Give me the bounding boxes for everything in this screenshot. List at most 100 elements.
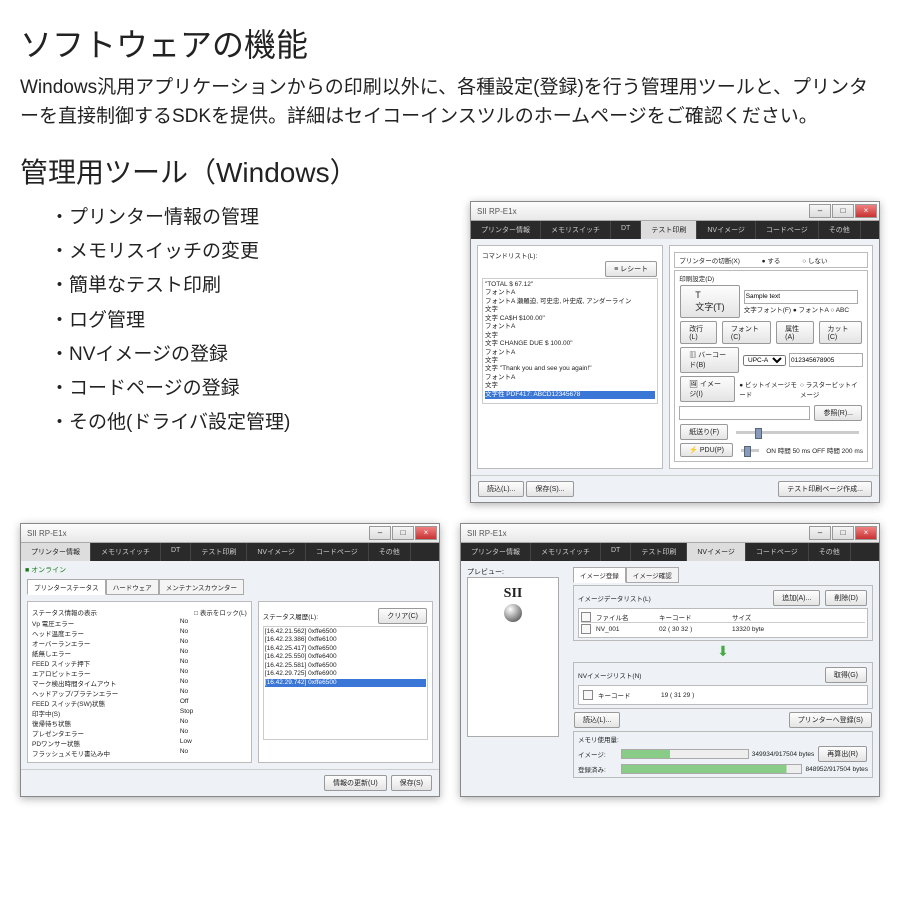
tab-プリンター情報[interactable]: プリンター情報	[21, 543, 91, 561]
cut-yes-radio[interactable]: ● する	[762, 258, 781, 265]
barcode-type-select[interactable]: UPC-A	[743, 355, 786, 366]
tab-その他[interactable]: その他	[809, 543, 851, 561]
page-heading-1: ソフトウェアの機能	[20, 20, 880, 66]
register-button[interactable]: プリンターへ登録(S)	[789, 712, 872, 728]
on-slider[interactable]	[741, 449, 759, 452]
image-button[interactable]: 🖼 イメージ(I)	[680, 376, 735, 402]
save-button[interactable]: 保存(S)	[391, 775, 432, 791]
barcode-button[interactable]: ▥ バーコード(B)	[680, 347, 739, 373]
browse-button[interactable]: 参照(R)...	[814, 405, 862, 421]
font-label: 文字フォント(F)	[744, 307, 791, 314]
close-icon[interactable]: ×	[415, 526, 437, 540]
tab-コードページ[interactable]: コードページ	[746, 543, 809, 561]
text-button[interactable]: T文字(T)	[680, 285, 740, 318]
tab-NVイメージ[interactable]: NVイメージ	[697, 221, 756, 239]
recalc-button[interactable]: 再算出(R)	[818, 746, 867, 762]
reg-mem-label: 登録済み:	[578, 764, 618, 774]
print-settings-label: 印刷設定(D)	[679, 276, 714, 283]
history-list[interactable]: [16.42.21.562] 0xffe6500[16.42.23.386] 0…	[263, 626, 428, 740]
sphere-icon	[504, 604, 522, 622]
minimize-icon[interactable]: –	[809, 526, 831, 540]
image-mem-bar	[621, 749, 749, 759]
tab-bar: プリンター情報メモリスイッチDTテスト印刷NVイメージコードページその他	[471, 221, 879, 239]
tab-プリンター情報[interactable]: プリンター情報	[461, 543, 531, 561]
tab-DT[interactable]: DT	[601, 543, 631, 561]
tab-テスト印刷[interactable]: テスト印刷	[631, 543, 687, 561]
add-button[interactable]: 追加(A)...	[773, 590, 820, 606]
font-b-radio[interactable]: ○ ABC	[830, 307, 849, 314]
lf-button[interactable]: 改行(L)	[680, 321, 717, 344]
subtab[interactable]: メンテナンスカウンター	[159, 579, 244, 595]
minimize-icon[interactable]: –	[369, 526, 391, 540]
tab-コードページ[interactable]: コードページ	[756, 221, 819, 239]
tab-NVイメージ[interactable]: NVイメージ	[247, 543, 306, 561]
subtab[interactable]: ハードウェア	[106, 579, 159, 595]
tab-NVイメージ[interactable]: NVイメージ	[687, 543, 746, 561]
tab-メモリスイッチ[interactable]: メモリスイッチ	[91, 543, 161, 561]
sample-text-input[interactable]	[744, 290, 858, 304]
nv-keycode-label: キーコード	[598, 690, 658, 700]
close-icon[interactable]: ×	[855, 526, 877, 540]
window-controls: – □ ×	[809, 204, 877, 218]
screenshot-printer-info: SII RP-E1x –□× プリンター情報メモリスイッチDTテスト印刷NVイメ…	[20, 523, 440, 797]
tab-テスト印刷[interactable]: テスト印刷	[641, 221, 697, 239]
tab-DT[interactable]: DT	[161, 543, 191, 561]
image-sub-tabs: イメージ登録イメージ確認	[573, 567, 873, 583]
screenshot-test-print: SII RP-E1x – □ × プリンター情報メモリスイッチDTテスト印刷NV…	[470, 201, 880, 503]
attr-button[interactable]: 属性(A)	[776, 321, 813, 344]
nv-list-label: NVイメージリスト(N)	[578, 670, 641, 680]
minimize-icon[interactable]: –	[809, 204, 831, 218]
subtab[interactable]: イメージ登録	[573, 567, 626, 583]
preview-pane: SII	[467, 577, 559, 737]
nv-keycode-value: 19 ( 31 29 )	[661, 692, 694, 699]
bitimage-radio[interactable]: ● ビットイメージモード	[739, 379, 797, 399]
subtab[interactable]: プリンターステータス	[27, 579, 106, 595]
maximize-icon[interactable]: □	[832, 526, 854, 540]
image-path-input[interactable]	[679, 406, 810, 420]
subtab[interactable]: イメージ確認	[626, 567, 679, 583]
lock-display-checkbox[interactable]: □ 表示をロック(L)	[194, 607, 247, 617]
online-status: ■ オンライン	[21, 561, 439, 579]
tab-メモリスイッチ[interactable]: メモリスイッチ	[531, 543, 601, 561]
acquire-button[interactable]: 取得(G)	[825, 667, 867, 683]
font-a-radio[interactable]: ● フォントA	[793, 307, 829, 314]
tab-メモリスイッチ[interactable]: メモリスイッチ	[541, 221, 611, 239]
sub-tab-bar: プリンターステータスハードウェアメンテナンスカウンター	[21, 579, 439, 595]
cut-button[interactable]: カット(C)	[819, 321, 862, 344]
save-button[interactable]: 保存(S)...	[526, 481, 573, 497]
tab-その他[interactable]: その他	[819, 221, 861, 239]
maximize-icon[interactable]: □	[832, 204, 854, 218]
cut-no-radio[interactable]: ○ しない	[802, 258, 827, 265]
feed-slider[interactable]	[736, 431, 859, 434]
update-button[interactable]: 情報の更新(U)	[324, 775, 387, 791]
barcode-value-input[interactable]	[789, 353, 863, 367]
font-c-button[interactable]: フォント(C)	[722, 321, 771, 344]
receipt-button[interactable]: ≡ レシート	[605, 261, 657, 277]
clear-button[interactable]: クリア(C)	[378, 608, 427, 624]
tab-テスト印刷[interactable]: テスト印刷	[191, 543, 247, 561]
tab-コードページ[interactable]: コードページ	[306, 543, 369, 561]
raster-radio[interactable]: ○ ラスタービットイメージ	[800, 379, 863, 399]
delete-button[interactable]: 削除(D)	[825, 590, 867, 606]
tab-DT[interactable]: DT	[611, 221, 641, 239]
preview-label: プレビュー:	[467, 567, 567, 577]
screenshot-nv-image: SII RP-E1x –□× プリンター情報メモリスイッチDTテスト印刷NVイメ…	[460, 523, 880, 797]
col-keycode: キーコード	[659, 612, 729, 622]
command-list[interactable]: "TOTAL $ 67.12"フォントAフォントA 瀬羅迫, 可史忠, 叶史成,…	[482, 278, 658, 404]
close-icon[interactable]: ×	[855, 204, 877, 218]
image-mem-value: 349934/917504 bytes	[752, 751, 815, 758]
tab-その他[interactable]: その他	[369, 543, 411, 561]
tab-プリンター情報[interactable]: プリンター情報	[471, 221, 541, 239]
load-button[interactable]: 読込(L)...	[574, 712, 620, 728]
history-label: ステータス履歴(L):	[263, 611, 318, 621]
pdu-button[interactable]: ⚡ PDU(P)	[680, 443, 733, 457]
window-title: SII RP-E1x	[463, 529, 507, 538]
table-row[interactable]: NV_001 02 ( 30 32 ) 13320 byte	[581, 624, 865, 634]
maximize-icon[interactable]: □	[392, 526, 414, 540]
test-print-button[interactable]: テスト印刷ページ作成...	[778, 481, 872, 497]
arrow-down-icon: ⬇	[573, 643, 873, 660]
reg-mem-bar	[621, 764, 802, 774]
load-button[interactable]: 読込(L)...	[478, 481, 524, 497]
feed-button[interactable]: 紙送り(F)	[680, 424, 728, 440]
file-icon	[581, 612, 591, 622]
